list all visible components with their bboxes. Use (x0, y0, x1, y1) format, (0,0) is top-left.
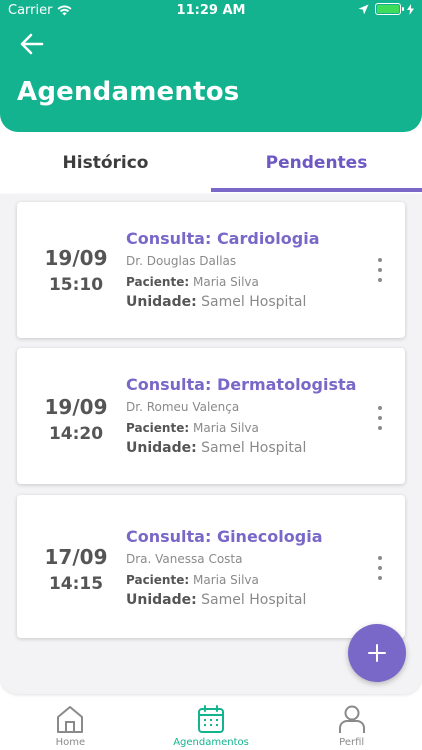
appointment-time: 14:20 (48, 424, 104, 444)
appointment-doctor: Dra. Vanessa Costa (126, 552, 243, 566)
unit-label: Unidade: (126, 440, 197, 456)
appointment-details: Consulta: Cardiologia Dr. Douglas Dallas… (126, 229, 320, 315)
tab-pendentes[interactable]: Pendentes (211, 132, 422, 194)
appointment-patient: Paciente: Maria Silva (126, 573, 322, 587)
back-button[interactable] (18, 30, 46, 58)
appointment-card[interactable]: 17/09 14:15 Consulta: Ginecologia Dra. V… (17, 495, 405, 638)
patient-value: Maria Silva (192, 573, 259, 587)
appointment-date: 19/09 (44, 395, 108, 419)
appointments-list: 19/09 15:10 Consulta: Cardiologia Dr. Do… (0, 194, 422, 694)
appointment-datetime: 19/09 14:20 (17, 395, 135, 444)
nav-perfil-label: Perfil (339, 737, 365, 748)
dot-icon (378, 416, 382, 420)
unit-label: Unidade: (126, 592, 197, 608)
patient-value: Maria Silva (192, 421, 259, 435)
patient-label: Paciente: (126, 275, 190, 289)
status-right (358, 3, 414, 15)
plus-icon (368, 644, 386, 662)
add-appointment-button[interactable] (348, 624, 406, 682)
appointment-doctor: Dr. Douglas Dallas (126, 254, 237, 268)
appointment-title: Consulta: Ginecologia (126, 527, 323, 546)
nav-agendamentos-label: Agendamentos (173, 737, 249, 748)
app-header: Carrier 11:29 AM Agendamentos (0, 0, 422, 132)
unit-value: Samel Hospital (201, 294, 307, 310)
patient-label: Paciente: (126, 421, 190, 435)
appointment-datetime: 17/09 14:15 (17, 545, 135, 594)
appointment-date: 19/09 (44, 246, 108, 270)
more-options-button[interactable] (373, 258, 387, 282)
dot-icon (378, 576, 382, 580)
appointment-card[interactable]: 19/09 15:10 Consulta: Cardiologia Dr. Do… (17, 202, 405, 338)
bottom-navigation: Home Agendamentos Perfil (0, 700, 422, 750)
more-options-button[interactable] (373, 406, 387, 430)
appointment-date: 17/09 (44, 545, 108, 569)
dot-icon (378, 556, 382, 560)
appointment-card[interactable]: 19/09 14:20 Consulta: Dermatologista Dr.… (17, 348, 405, 484)
appointment-time: 14:15 (48, 574, 104, 594)
appointment-title: Consulta: Cardiologia (126, 229, 320, 248)
unit-value: Samel Hospital (201, 592, 307, 608)
appointment-patient: Paciente: Maria Silva (126, 275, 320, 289)
page-title: Agendamentos (17, 77, 240, 107)
tab-bar: Histórico Pendentes (0, 132, 422, 194)
nav-perfil[interactable]: Perfil (281, 700, 422, 750)
appointment-unit: Unidade: Samel Hospital (126, 440, 356, 456)
nav-home[interactable]: Home (0, 700, 141, 750)
appointment-datetime: 19/09 15:10 (17, 246, 135, 295)
battery-icon (375, 3, 404, 15)
dot-icon (378, 426, 382, 430)
appointment-time: 15:10 (48, 275, 104, 295)
nav-home-label: Home (55, 737, 86, 748)
arrow-left-icon (20, 33, 44, 55)
dot-icon (378, 268, 382, 272)
appointment-doctor: Dr. Romeu Valença (126, 400, 240, 414)
unit-value: Samel Hospital (201, 440, 307, 456)
patient-value: Maria Silva (192, 275, 259, 289)
appointment-unit: Unidade: Samel Hospital (126, 592, 322, 608)
appointment-details: Consulta: Ginecologia Dra. Vanessa Costa… (126, 527, 322, 613)
dot-icon (378, 566, 382, 570)
dot-icon (378, 258, 382, 262)
patient-label: Paciente: (126, 573, 190, 587)
more-options-button[interactable] (373, 556, 387, 580)
appointment-details: Consulta: Dermatologista Dr. Romeu Valen… (126, 375, 356, 461)
home-icon (57, 706, 84, 733)
appointment-patient: Paciente: Maria Silva (126, 421, 356, 435)
unit-label: Unidade: (126, 294, 197, 310)
tab-historico[interactable]: Histórico (0, 132, 211, 194)
calendar-icon (198, 705, 224, 733)
dot-icon (378, 406, 382, 410)
appointment-unit: Unidade: Samel Hospital (126, 294, 320, 310)
location-arrow-icon (358, 4, 369, 14)
charging-icon (407, 3, 414, 15)
appointment-title: Consulta: Dermatologista (126, 375, 357, 394)
dot-icon (378, 278, 382, 282)
nav-agendamentos[interactable]: Agendamentos (141, 700, 282, 750)
battery-level (377, 5, 399, 13)
status-bar: Carrier 11:29 AM (0, 0, 422, 22)
user-icon (338, 705, 365, 733)
